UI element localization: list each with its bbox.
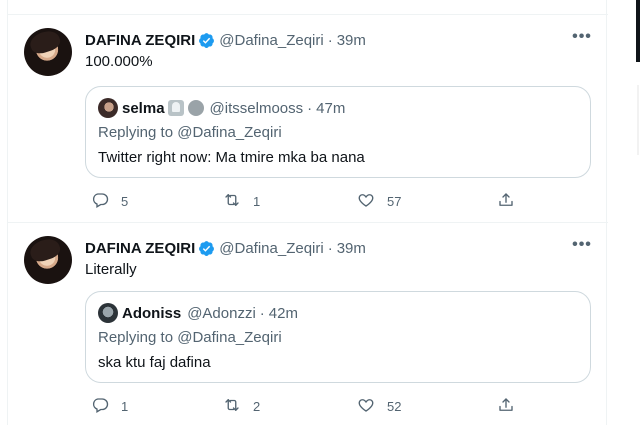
replying-prefix: Replying to	[98, 329, 174, 346]
heart-icon	[357, 191, 375, 212]
quote-timestamp: 42m	[268, 304, 298, 322]
quote-author-name: selma	[122, 99, 165, 117]
quoted-tweet[interactable]: selma @itsselmooss · 47m Replying to @Da…	[85, 86, 591, 178]
tweet-actions: 5 1 57	[85, 191, 525, 211]
scrollbar-thumb[interactable]	[636, 0, 640, 62]
retweet-count: 1	[253, 193, 261, 209]
tweet-text: 100.000%	[85, 53, 153, 70]
timeline: DAFINA ZEQIRI @Dafina_Zeqiri · 39m ••• 1…	[7, 0, 608, 425]
quote-header: selma @itsselmooss · 47m	[98, 98, 345, 118]
timestamp[interactable]: 39m	[337, 32, 366, 49]
reply-button[interactable]: 5	[91, 191, 128, 211]
quote-text: Twitter right now: Ma tmire mka ba nana	[98, 149, 365, 166]
tweet[interactable]: DAFINA ZEQIRI @Dafina_Zeqiri · 39m ••• L…	[8, 224, 608, 425]
reply-count: 1	[121, 398, 129, 414]
quote-timestamp: 47m	[316, 99, 346, 117]
replying-to: Replying to @Dafina_Zeqiri	[98, 124, 282, 141]
separator-dot: ·	[259, 304, 265, 322]
separator-dot: ·	[327, 31, 333, 49]
retweet-icon	[223, 191, 241, 212]
reply-icon	[91, 396, 109, 417]
quote-text: ska ktu faj dafina	[98, 354, 211, 371]
reply-button[interactable]: 1	[91, 396, 128, 416]
tweet-actions: 1 2 52	[85, 396, 525, 416]
replying-handle: @Dafina_Zeqiri	[177, 329, 282, 346]
timestamp[interactable]: 39m	[337, 240, 366, 257]
tweet-header: DAFINA ZEQIRI @Dafina_Zeqiri · 39m	[85, 238, 366, 258]
more-horizontal-icon[interactable]: •••	[570, 236, 594, 256]
retweet-icon	[223, 396, 241, 417]
quote-author-handle: @itsselmooss	[209, 99, 304, 117]
verified-badge-icon	[198, 32, 215, 49]
avatar[interactable]	[24, 28, 72, 76]
heart-icon	[357, 396, 375, 417]
quote-avatar	[98, 98, 118, 118]
reply-icon	[91, 191, 109, 212]
share-button[interactable]	[497, 191, 515, 211]
quote-author-handle: @Adonzzi	[187, 304, 256, 322]
previous-tweet-edge	[8, 0, 608, 15]
quoted-tweet[interactable]: Adoniss @Adonzzi · 42m Replying to @Dafi…	[85, 291, 591, 383]
retweet-button[interactable]: 1	[223, 191, 260, 211]
separator-dot: ·	[327, 239, 333, 257]
separator-dot: ·	[307, 99, 313, 117]
verified-badge-icon	[198, 240, 215, 257]
author-name[interactable]: DAFINA ZEQIRI	[85, 32, 195, 49]
reply-count: 5	[121, 193, 129, 209]
share-icon	[497, 396, 515, 417]
quote-header: Adoniss @Adonzzi · 42m	[98, 303, 298, 323]
replying-handle: @Dafina_Zeqiri	[177, 124, 282, 141]
author-handle[interactable]: @Dafina_Zeqiri	[219, 240, 323, 257]
share-button[interactable]	[497, 396, 515, 416]
quote-avatar	[98, 303, 118, 323]
like-button[interactable]: 52	[357, 396, 401, 416]
replying-to: Replying to @Dafina_Zeqiri	[98, 329, 282, 346]
side-divider	[637, 85, 639, 155]
tweet-header: DAFINA ZEQIRI @Dafina_Zeqiri · 39m	[85, 30, 366, 50]
retweet-button[interactable]: 2	[223, 396, 260, 416]
author-name[interactable]: DAFINA ZEQIRI	[85, 240, 195, 257]
share-icon	[497, 191, 515, 212]
avatar[interactable]	[24, 236, 72, 284]
replying-prefix: Replying to	[98, 124, 174, 141]
circle-emoji-icon	[187, 100, 204, 116]
like-button[interactable]: 57	[357, 191, 401, 211]
tweet-text: Literally	[85, 261, 137, 278]
like-count: 57	[387, 193, 402, 209]
more-horizontal-icon[interactable]: •••	[570, 28, 594, 48]
retweet-count: 2	[253, 398, 261, 414]
tweet[interactable]: DAFINA ZEQIRI @Dafina_Zeqiri · 39m ••• 1…	[8, 16, 608, 223]
like-count: 52	[387, 398, 402, 414]
tombstone-emoji-icon	[167, 100, 184, 116]
author-handle[interactable]: @Dafina_Zeqiri	[219, 32, 323, 49]
quote-author-name: Adoniss	[122, 304, 182, 322]
